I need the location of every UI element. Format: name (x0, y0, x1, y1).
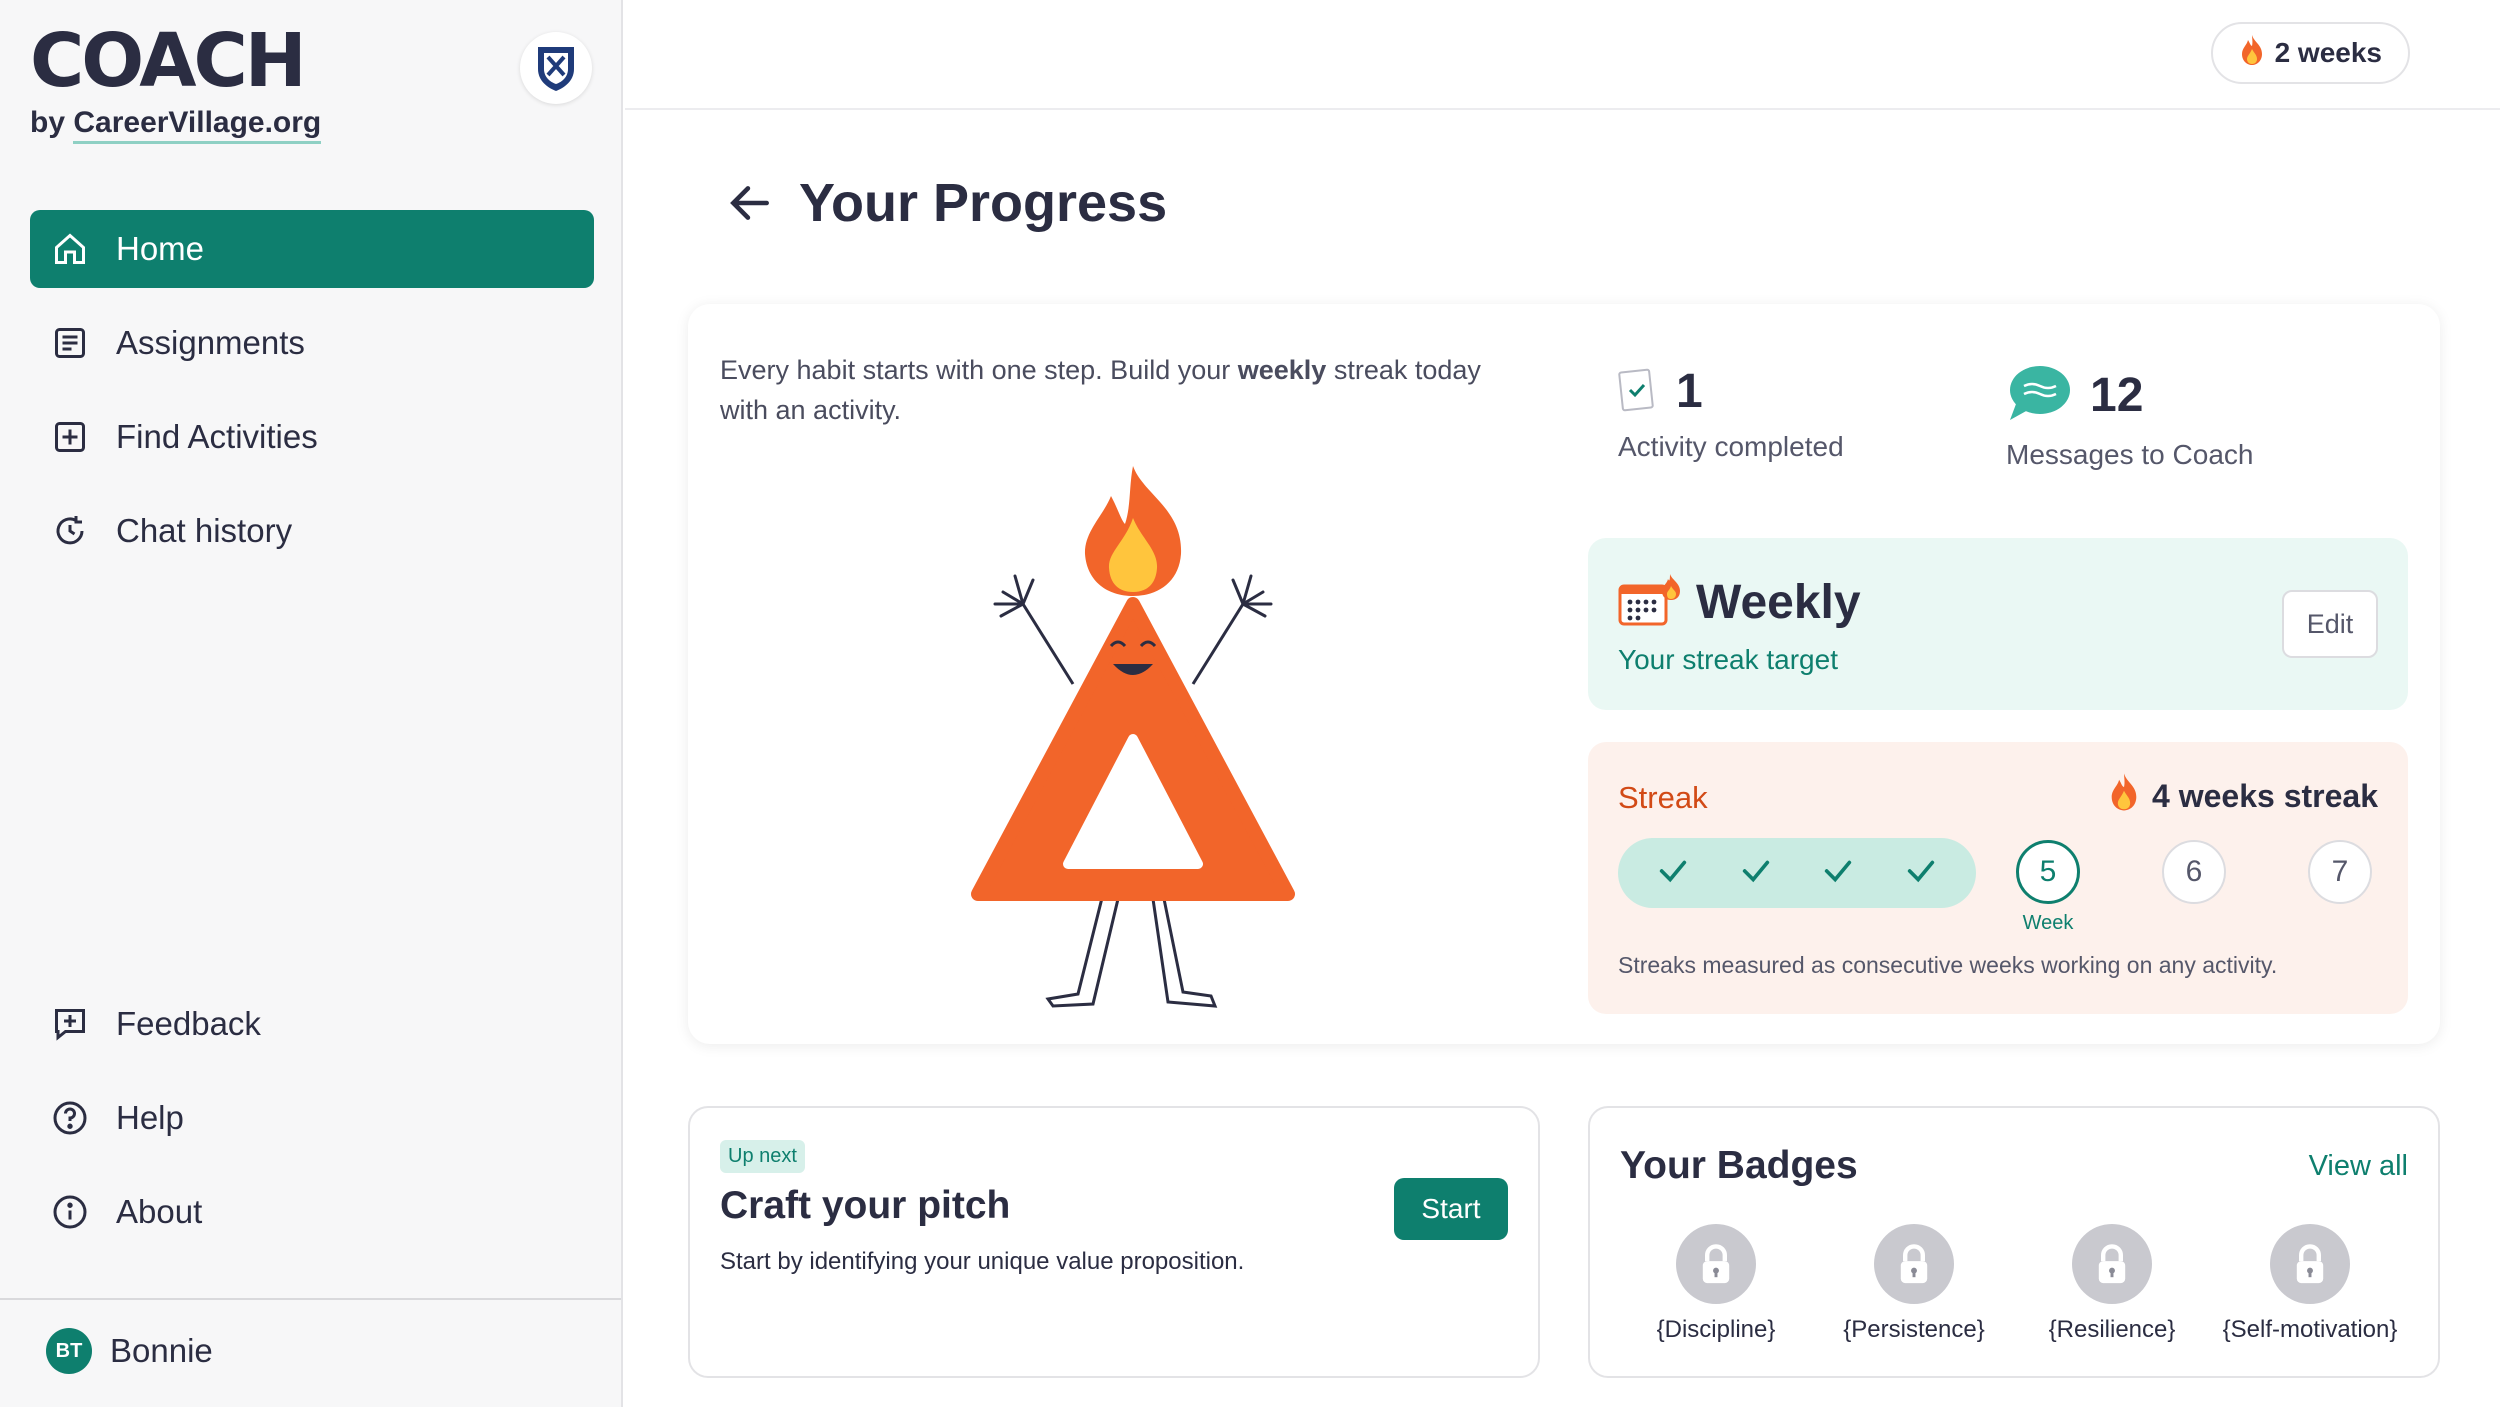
lock-icon (2270, 1224, 2350, 1304)
top-bar: 2 weeks (625, 0, 2500, 110)
chat-bubble-icon (2006, 364, 2072, 427)
secondary-nav: Feedback Help About (30, 985, 594, 1267)
badges-card: Your Badges View all {Discipline} {Persi… (1588, 1106, 2440, 1378)
sidebar: COACH by CareerVillage.org Home Assignme… (0, 0, 623, 1407)
checkmark-icon (1656, 854, 1690, 893)
streak-target-subtitle: Your streak target (1618, 644, 1838, 675)
messages-label: Messages to Coach (2006, 439, 2254, 470)
lock-icon (1874, 1224, 1954, 1304)
user-name: Bonnie (110, 1332, 213, 1369)
streak-note: Streaks measured as consecutive weeks wo… (1618, 952, 2278, 978)
sidebar-item-about[interactable]: About (30, 1173, 594, 1251)
sidebar-item-assignments[interactable]: Assignments (30, 304, 594, 382)
checkmark-icon (1821, 854, 1855, 893)
badge-label: {Discipline} (1656, 1316, 1776, 1343)
badge-label: {Resilience} (2048, 1316, 2176, 1343)
up-next-card[interactable]: Up next Craft your pitch Start by identi… (688, 1106, 1540, 1378)
activities-count: 1 (1676, 365, 1703, 418)
progress-card: Every habit starts with one step. Build … (688, 304, 2440, 1044)
flame-icon (2239, 34, 2265, 73)
week-circle: 6 (2162, 840, 2226, 904)
lock-icon (2072, 1224, 2152, 1304)
streak-label: Streak (1618, 780, 1708, 815)
sidebar-item-label: Feedback (116, 1005, 261, 1042)
lock-icon (1676, 1224, 1756, 1304)
history-icon (50, 511, 90, 551)
streak-pill[interactable]: 2 weeks (2210, 22, 2410, 84)
completed-weeks-bar (1618, 838, 1976, 908)
streak-count-label: 4 weeks streak (2152, 777, 2378, 814)
streak-panel: Streak 4 weeks streak 5 Week 6 7 Streaks… (1588, 742, 2408, 1014)
brand-logo[interactable]: COACH by CareerVillage.org (30, 18, 322, 144)
sidebar-divider (0, 1298, 621, 1300)
page-title: Your Progress (799, 173, 1168, 233)
sidebar-item-label: Help (116, 1099, 184, 1136)
help-icon (50, 1098, 90, 1138)
streak-target-title: Weekly (1696, 576, 1861, 629)
sidebar-item-label: About (116, 1193, 203, 1230)
start-button[interactable]: Start (1394, 1178, 1508, 1240)
sidebar-item-label: Chat history (116, 512, 293, 549)
badge-label: {Self-motivation} (2222, 1316, 2398, 1343)
streak-pill-label: 2 weeks (2274, 37, 2382, 68)
sidebar-item-label: Assignments (116, 324, 305, 361)
checkmark-icon (1904, 854, 1938, 893)
badge-item[interactable]: {Persistence} (1824, 1224, 2004, 1344)
progress-intro: Every habit starts with one step. Build … (720, 355, 1481, 425)
sidebar-item-label: Find Activities (116, 418, 318, 455)
back-arrow-icon[interactable] (725, 178, 775, 228)
activity-description: Start by identifying your unique value p… (720, 1248, 1245, 1275)
user-profile[interactable]: BT Bonnie (46, 1328, 213, 1374)
brand-by-text: by (30, 106, 66, 139)
week-circle-current: 5 (2016, 840, 2080, 904)
checklist-icon (1618, 366, 1658, 417)
badge-item[interactable]: {Discipline} (1626, 1224, 1806, 1344)
document-icon (50, 323, 90, 363)
badge-label: {Persistence} (1843, 1316, 1985, 1343)
week-caption: Week (2022, 912, 2074, 934)
brand-org: CareerVillage.org (73, 106, 322, 144)
main-nav: Home Assignments Find Activities Chat hi… (30, 210, 594, 586)
sidebar-item-label: Home (116, 230, 205, 267)
up-next-tag: Up next (720, 1140, 805, 1173)
badge-item[interactable]: {Self-motivation} (2220, 1224, 2400, 1344)
flame-mascot-illustration (953, 454, 1313, 1019)
feedback-icon (50, 1004, 90, 1044)
info-icon (50, 1192, 90, 1232)
messages-stat: 12 Messages to Coach (2006, 364, 2253, 471)
streak-count: 4 weeks streak (2108, 772, 2378, 820)
brand-wordmark: COACH (30, 18, 307, 104)
sidebar-item-help[interactable]: Help (30, 1079, 594, 1157)
plus-square-icon (50, 417, 90, 457)
sidebar-item-find-activities[interactable]: Find Activities (30, 398, 594, 476)
sidebar-item-home[interactable]: Home (30, 210, 594, 288)
badge-item[interactable]: {Resilience} (2022, 1224, 2202, 1344)
sidebar-item-feedback[interactable]: Feedback (30, 985, 594, 1063)
streak-target-panel: Weekly Your streak target Edit (1588, 538, 2408, 710)
activities-stat: 1 Activity completed (1618, 364, 1844, 463)
flame-icon (2108, 772, 2140, 820)
week-circle: 7 (2308, 840, 2372, 904)
activities-label: Activity completed (1618, 431, 1844, 462)
home-icon (50, 229, 90, 269)
messages-count: 12 (2090, 369, 2144, 422)
view-all-link[interactable]: View all (2309, 1150, 2408, 1183)
badges-title: Your Badges (1620, 1144, 1858, 1187)
edit-target-button[interactable]: Edit (2282, 590, 2378, 658)
calendar-flame-icon (1618, 572, 1682, 633)
activity-title: Craft your pitch (720, 1184, 1011, 1227)
checkmark-icon (1739, 854, 1773, 893)
page-header: Your Progress (725, 172, 1167, 234)
sidebar-item-chat-history[interactable]: Chat history (30, 492, 594, 570)
avatar: BT (46, 1328, 92, 1374)
institution-seal-icon (520, 32, 592, 104)
